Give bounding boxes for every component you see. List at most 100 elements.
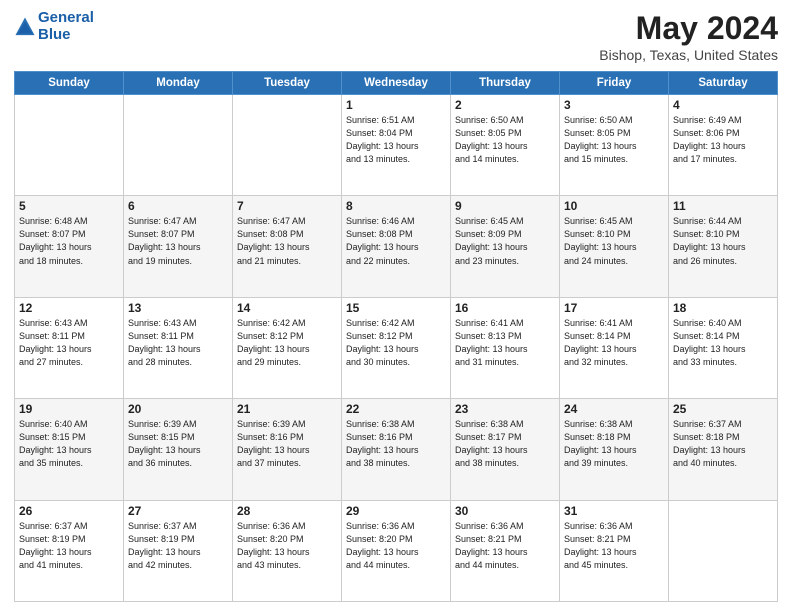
weekday-header: Thursday	[451, 72, 560, 95]
title-block: May 2024 Bishop, Texas, United States	[599, 10, 778, 63]
calendar-cell: 22 Sunrise: 6:38 AM Sunset: 8:16 PM Dayli…	[342, 399, 451, 500]
day-info: Sunrise: 6:41 AM Sunset: 8:14 PM Dayligh…	[564, 317, 664, 369]
day-number: 1	[346, 98, 446, 112]
day-info: Sunrise: 6:49 AM Sunset: 8:06 PM Dayligh…	[673, 114, 773, 166]
calendar-table: SundayMondayTuesdayWednesdayThursdayFrid…	[14, 71, 778, 602]
calendar-cell: 28 Sunrise: 6:36 AM Sunset: 8:20 PM Dayli…	[233, 500, 342, 601]
day-info: Sunrise: 6:36 AM Sunset: 8:21 PM Dayligh…	[564, 520, 664, 572]
day-number: 7	[237, 199, 337, 213]
day-number: 30	[455, 504, 555, 518]
calendar-cell: 16Sunrise: 6:41 AM Sunset: 8:13 PM Dayli…	[451, 297, 560, 398]
day-info: Sunrise: 6:43 AM Sunset: 8:11 PM Dayligh…	[19, 317, 119, 369]
calendar-week-row: 26 Sunrise: 6:37 AM Sunset: 8:19 PM Dayli…	[15, 500, 778, 601]
page: General Blue May 2024 Bishop, Texas, Uni…	[0, 0, 792, 612]
day-info: Sunrise: 6:50 AM Sunset: 8:05 PM Dayligh…	[564, 114, 664, 166]
day-number: 15	[346, 301, 446, 315]
calendar-cell: 12 Sunrise: 6:43 AM Sunset: 8:11 PM Dayli…	[15, 297, 124, 398]
day-info: Sunrise: 6:37 AM Sunset: 8:19 PM Dayligh…	[128, 520, 228, 572]
day-info: Sunrise: 6:38 AM Sunset: 8:18 PM Dayligh…	[564, 418, 664, 470]
weekday-header: Tuesday	[233, 72, 342, 95]
calendar-cell: 2 Sunrise: 6:50 AM Sunset: 8:05 PM Daylig…	[451, 95, 560, 196]
calendar-cell: 26Sunrise: 6:37 AM Sunset: 8:19 PM Dayli…	[15, 500, 124, 601]
calendar-cell: 31 Sunrise: 6:36 AM Sunset: 8:21 PM Dayli…	[560, 500, 669, 601]
calendar-week-row: 5 Sunrise: 6:48 AM Sunset: 8:07 PM Daylig…	[15, 196, 778, 297]
calendar-week-row: 1Sunrise: 6:51 AM Sunset: 8:04 PM Daylig…	[15, 95, 778, 196]
day-info: Sunrise: 6:36 AM Sunset: 8:20 PM Dayligh…	[346, 520, 446, 572]
day-number: 6	[128, 199, 228, 213]
day-info: Sunrise: 6:46 AM Sunset: 8:08 PM Dayligh…	[346, 215, 446, 267]
calendar-cell: 25Sunrise: 6:37 AM Sunset: 8:18 PM Dayli…	[669, 399, 778, 500]
calendar-cell: 21 Sunrise: 6:39 AM Sunset: 8:16 PM Dayli…	[233, 399, 342, 500]
day-info: Sunrise: 6:47 AM Sunset: 8:07 PM Dayligh…	[128, 215, 228, 267]
day-number: 22	[346, 402, 446, 416]
day-number: 20	[128, 402, 228, 416]
weekday-header: Saturday	[669, 72, 778, 95]
day-info: Sunrise: 6:41 AM Sunset: 8:13 PM Dayligh…	[455, 317, 555, 369]
calendar-cell: 5 Sunrise: 6:48 AM Sunset: 8:07 PM Daylig…	[15, 196, 124, 297]
calendar-cell: 27 Sunrise: 6:37 AM Sunset: 8:19 PM Dayli…	[124, 500, 233, 601]
calendar-cell: 18Sunrise: 6:40 AM Sunset: 8:14 PM Dayli…	[669, 297, 778, 398]
day-number: 24	[564, 402, 664, 416]
title-month: May 2024	[599, 10, 778, 47]
calendar-cell: 4Sunrise: 6:49 AM Sunset: 8:06 PM Daylig…	[669, 95, 778, 196]
day-number: 9	[455, 199, 555, 213]
day-number: 18	[673, 301, 773, 315]
logo-icon	[14, 16, 36, 38]
logo-text: General Blue	[38, 10, 94, 43]
day-number: 5	[19, 199, 119, 213]
day-info: Sunrise: 6:38 AM Sunset: 8:16 PM Dayligh…	[346, 418, 446, 470]
day-info: Sunrise: 6:36 AM Sunset: 8:20 PM Dayligh…	[237, 520, 337, 572]
day-info: Sunrise: 6:36 AM Sunset: 8:21 PM Dayligh…	[455, 520, 555, 572]
calendar-cell: 10Sunrise: 6:45 AM Sunset: 8:10 PM Dayli…	[560, 196, 669, 297]
day-number: 12	[19, 301, 119, 315]
calendar-cell: 11Sunrise: 6:44 AM Sunset: 8:10 PM Dayli…	[669, 196, 778, 297]
day-info: Sunrise: 6:40 AM Sunset: 8:15 PM Dayligh…	[19, 418, 119, 470]
calendar-cell: 13 Sunrise: 6:43 AM Sunset: 8:11 PM Dayli…	[124, 297, 233, 398]
calendar-cell: 6 Sunrise: 6:47 AM Sunset: 8:07 PM Daylig…	[124, 196, 233, 297]
day-info: Sunrise: 6:39 AM Sunset: 8:16 PM Dayligh…	[237, 418, 337, 470]
day-number: 21	[237, 402, 337, 416]
weekday-header: Monday	[124, 72, 233, 95]
day-info: Sunrise: 6:50 AM Sunset: 8:05 PM Dayligh…	[455, 114, 555, 166]
calendar-cell	[669, 500, 778, 601]
calendar-cell: 30 Sunrise: 6:36 AM Sunset: 8:21 PM Dayli…	[451, 500, 560, 601]
calendar-week-row: 12 Sunrise: 6:43 AM Sunset: 8:11 PM Dayli…	[15, 297, 778, 398]
day-info: Sunrise: 6:39 AM Sunset: 8:15 PM Dayligh…	[128, 418, 228, 470]
day-number: 31	[564, 504, 664, 518]
day-number: 2	[455, 98, 555, 112]
day-number: 10	[564, 199, 664, 213]
day-number: 26	[19, 504, 119, 518]
logo: General Blue	[14, 10, 94, 43]
calendar-cell: 17Sunrise: 6:41 AM Sunset: 8:14 PM Dayli…	[560, 297, 669, 398]
day-info: Sunrise: 6:48 AM Sunset: 8:07 PM Dayligh…	[19, 215, 119, 267]
day-number: 13	[128, 301, 228, 315]
day-number: 29	[346, 504, 446, 518]
calendar-cell: 1Sunrise: 6:51 AM Sunset: 8:04 PM Daylig…	[342, 95, 451, 196]
weekday-header: Sunday	[15, 72, 124, 95]
day-number: 23	[455, 402, 555, 416]
day-number: 28	[237, 504, 337, 518]
day-number: 27	[128, 504, 228, 518]
calendar-cell: 8Sunrise: 6:46 AM Sunset: 8:08 PM Daylig…	[342, 196, 451, 297]
header: General Blue May 2024 Bishop, Texas, Uni…	[14, 10, 778, 63]
day-info: Sunrise: 6:42 AM Sunset: 8:12 PM Dayligh…	[346, 317, 446, 369]
title-location: Bishop, Texas, United States	[599, 47, 778, 63]
calendar-cell: 14Sunrise: 6:42 AM Sunset: 8:12 PM Dayli…	[233, 297, 342, 398]
calendar-cell: 24 Sunrise: 6:38 AM Sunset: 8:18 PM Dayli…	[560, 399, 669, 500]
calendar-cell: 3Sunrise: 6:50 AM Sunset: 8:05 PM Daylig…	[560, 95, 669, 196]
calendar-cell: 23 Sunrise: 6:38 AM Sunset: 8:17 PM Dayli…	[451, 399, 560, 500]
calendar-cell: 20 Sunrise: 6:39 AM Sunset: 8:15 PM Dayli…	[124, 399, 233, 500]
day-number: 19	[19, 402, 119, 416]
calendar-cell: 7 Sunrise: 6:47 AM Sunset: 8:08 PM Daylig…	[233, 196, 342, 297]
calendar-cell: 9Sunrise: 6:45 AM Sunset: 8:09 PM Daylig…	[451, 196, 560, 297]
calendar-cell	[233, 95, 342, 196]
calendar-header-row: SundayMondayTuesdayWednesdayThursdayFrid…	[15, 72, 778, 95]
day-info: Sunrise: 6:43 AM Sunset: 8:11 PM Dayligh…	[128, 317, 228, 369]
day-number: 11	[673, 199, 773, 213]
day-info: Sunrise: 6:47 AM Sunset: 8:08 PM Dayligh…	[237, 215, 337, 267]
calendar-cell	[15, 95, 124, 196]
day-info: Sunrise: 6:38 AM Sunset: 8:17 PM Dayligh…	[455, 418, 555, 470]
calendar-cell: 29 Sunrise: 6:36 AM Sunset: 8:20 PM Dayli…	[342, 500, 451, 601]
weekday-header: Friday	[560, 72, 669, 95]
day-number: 14	[237, 301, 337, 315]
